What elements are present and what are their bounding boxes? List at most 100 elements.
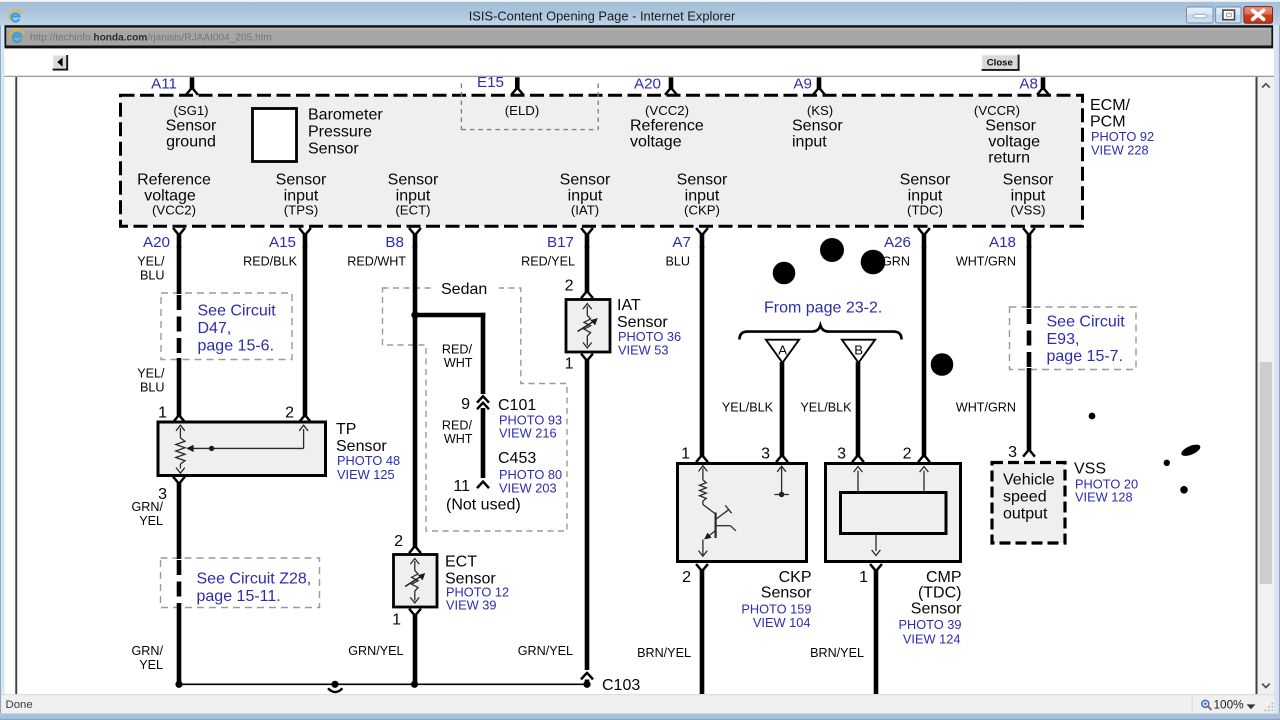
svg-text:VIEW 124: VIEW 124: [903, 632, 961, 647]
svg-text:A: A: [778, 342, 787, 357]
svg-text:Sedan: Sedan: [441, 281, 487, 298]
svg-text:A26: A26: [884, 234, 911, 251]
svg-text:VIEW 53: VIEW 53: [618, 343, 669, 358]
svg-text:speed: speed: [1003, 489, 1047, 506]
svg-text:A9: A9: [793, 76, 812, 93]
svg-text:BRN/YEL: BRN/YEL: [810, 646, 864, 660]
svg-text:WHT/GRN: WHT/GRN: [956, 255, 1016, 269]
svg-text:Pressure: Pressure: [308, 124, 372, 141]
svg-text:Sensor: Sensor: [911, 601, 962, 618]
svg-text:1: 1: [681, 446, 690, 463]
svg-text:VIEW 128: VIEW 128: [1075, 490, 1133, 505]
svg-text:B: B: [854, 342, 863, 357]
svg-text:(ELD): (ELD): [505, 103, 539, 118]
svg-text:YEL/BLK: YEL/BLK: [722, 401, 774, 415]
svg-text:page 15-6.: page 15-6.: [198, 338, 275, 355]
svg-text:A11: A11: [151, 76, 177, 93]
svg-text:BRN/YEL: BRN/YEL: [637, 646, 691, 660]
svg-text:3: 3: [761, 446, 770, 463]
svg-text:ISIS-Content Opening Page - In: ISIS-Content Opening Page - Internet Exp…: [469, 8, 736, 23]
svg-text:CMP: CMP: [926, 569, 962, 586]
svg-text:voltage: voltage: [988, 134, 1040, 151]
svg-text:C103: C103: [602, 677, 640, 694]
svg-text:Reference: Reference: [630, 118, 704, 135]
svg-text:(ECT): (ECT): [395, 203, 430, 218]
svg-text:page 15-11.: page 15-11.: [197, 588, 281, 605]
svg-text:A20: A20: [143, 234, 170, 251]
svg-text:Reference: Reference: [137, 172, 211, 189]
svg-text:ground: ground: [166, 134, 216, 151]
svg-text:BLU: BLU: [666, 255, 691, 269]
svg-text:VIEW 125: VIEW 125: [337, 467, 395, 482]
svg-text:(TDC): (TDC): [918, 585, 962, 602]
svg-text:WHT: WHT: [444, 432, 473, 446]
svg-text:YEL/BLK: YEL/BLK: [800, 401, 852, 415]
svg-text:Sensor: Sensor: [560, 172, 611, 189]
svg-text:11: 11: [453, 478, 470, 495]
svg-text:E93,: E93,: [1047, 331, 1080, 348]
svg-text:YEL: YEL: [139, 658, 163, 672]
svg-text:YEL/: YEL/: [137, 255, 165, 269]
svg-text:Sensor: Sensor: [792, 118, 843, 135]
svg-text:From page 23-2.: From page 23-2.: [764, 300, 882, 317]
svg-text:TP: TP: [336, 421, 356, 438]
svg-text:VIEW 203: VIEW 203: [499, 481, 557, 496]
svg-text:2: 2: [903, 446, 912, 463]
svg-text:VIEW 104: VIEW 104: [753, 615, 811, 630]
svg-text:3: 3: [158, 486, 167, 503]
svg-text:Sensor: Sensor: [900, 172, 951, 189]
svg-text:2: 2: [682, 569, 691, 586]
svg-text:(IAT): (IAT): [571, 203, 599, 218]
svg-text:Sensor: Sensor: [308, 141, 359, 158]
svg-text:E15: E15: [477, 74, 504, 91]
svg-text:output: output: [1003, 506, 1048, 523]
svg-text:3: 3: [1008, 444, 1017, 461]
svg-text:(TPS): (TPS): [284, 203, 318, 218]
svg-text:Vehicle: Vehicle: [1003, 472, 1055, 489]
svg-text:PCM: PCM: [1090, 114, 1126, 131]
svg-text:See Circuit: See Circuit: [198, 303, 277, 320]
svg-text:PHOTO 48: PHOTO 48: [337, 453, 400, 468]
svg-text:(TDC): (TDC): [907, 203, 943, 218]
svg-text:http://techinfo.honda.com/rjan: http://techinfo.honda.com/rjanisis/RJAAI…: [30, 32, 272, 43]
svg-text:Sensor: Sensor: [388, 172, 439, 189]
svg-text:YEL: YEL: [139, 514, 163, 528]
svg-text:B17: B17: [547, 234, 574, 251]
svg-text:A7: A7: [672, 234, 691, 251]
svg-text:A18: A18: [989, 234, 1016, 251]
svg-text:Sensor: Sensor: [677, 172, 728, 189]
svg-text:3: 3: [837, 446, 846, 463]
svg-text:return: return: [988, 150, 1030, 167]
svg-text:Done: Done: [6, 699, 33, 711]
svg-text:(VCC2): (VCC2): [152, 203, 196, 218]
svg-text:A15: A15: [269, 234, 296, 251]
svg-text:D47,: D47,: [198, 320, 232, 337]
svg-text:B8: B8: [385, 234, 404, 251]
svg-text:BLU: BLU: [140, 269, 165, 283]
svg-text:C101: C101: [498, 397, 536, 414]
svg-text:GRN/YEL: GRN/YEL: [518, 644, 573, 658]
svg-text:(Not used): (Not used): [446, 497, 521, 514]
svg-text:VIEW 39: VIEW 39: [446, 598, 497, 613]
svg-text:VSS: VSS: [1074, 461, 1106, 478]
svg-text:Sensor: Sensor: [985, 118, 1036, 135]
svg-text:1: 1: [158, 405, 167, 422]
svg-text:Close: Close: [987, 58, 1013, 69]
svg-text:CKP: CKP: [779, 569, 812, 586]
svg-text:RED/YEL: RED/YEL: [521, 255, 575, 269]
svg-text:ECT: ECT: [445, 554, 477, 571]
svg-text:page 15-7.: page 15-7.: [1047, 348, 1124, 365]
svg-text:A8: A8: [1019, 76, 1038, 93]
svg-text:C453: C453: [498, 450, 536, 467]
svg-text:VIEW 216: VIEW 216: [499, 426, 557, 441]
svg-text:RED/BLK: RED/BLK: [243, 255, 297, 269]
svg-text:ECM/: ECM/: [1090, 97, 1131, 114]
svg-text:GRN: GRN: [882, 255, 910, 269]
svg-text:(CKP): (CKP): [684, 203, 720, 218]
svg-text:RED/: RED/: [442, 419, 473, 433]
svg-text:1: 1: [859, 569, 868, 586]
svg-text:(KS): (KS): [807, 103, 833, 118]
svg-text:2: 2: [565, 278, 574, 295]
svg-text:YEL/: YEL/: [137, 367, 165, 381]
svg-text:(VCC2): (VCC2): [645, 103, 689, 118]
